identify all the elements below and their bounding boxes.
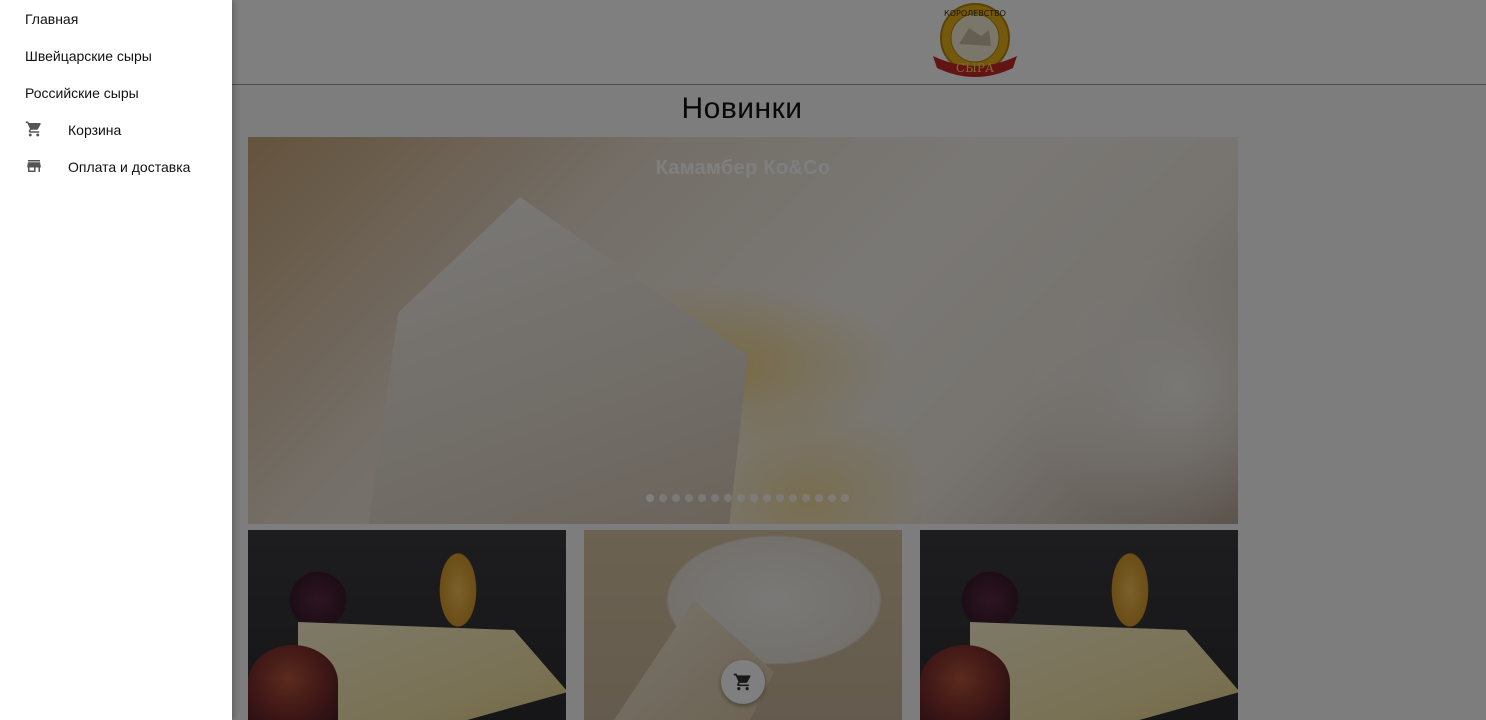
drawer-item-home[interactable]: Главная bbox=[0, 0, 232, 37]
shopping-cart-icon bbox=[25, 120, 43, 138]
drawer-item-russian-cheese[interactable]: Российские сыры bbox=[0, 74, 232, 111]
navigation-drawer: Главная Швейцарские сыры Российские сыры… bbox=[0, 0, 232, 720]
drawer-item-label: Оплата и доставка bbox=[68, 158, 191, 175]
drawer-item-label: Главная bbox=[25, 10, 79, 27]
drawer-item-cart[interactable]: Корзина bbox=[0, 111, 232, 148]
store-icon bbox=[25, 157, 43, 175]
drawer-item-label: Российские сыры bbox=[25, 84, 139, 101]
drawer-item-label: Швейцарские сыры bbox=[25, 47, 152, 64]
drawer-item-payment-delivery[interactable]: Оплата и доставка bbox=[0, 148, 232, 185]
drawer-item-label: Корзина bbox=[68, 121, 122, 138]
drawer-item-swiss-cheese[interactable]: Швейцарские сыры bbox=[0, 37, 232, 74]
